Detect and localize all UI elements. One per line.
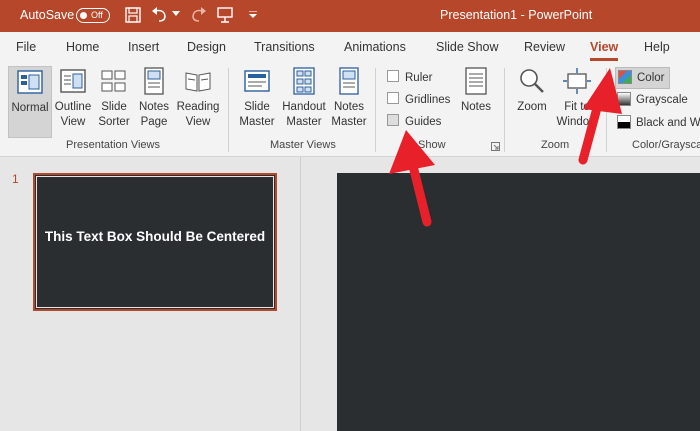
arrow-to-guides (389, 130, 435, 227)
annotation-arrows (389, 68, 622, 227)
arrow-to-view-tab (578, 68, 622, 165)
